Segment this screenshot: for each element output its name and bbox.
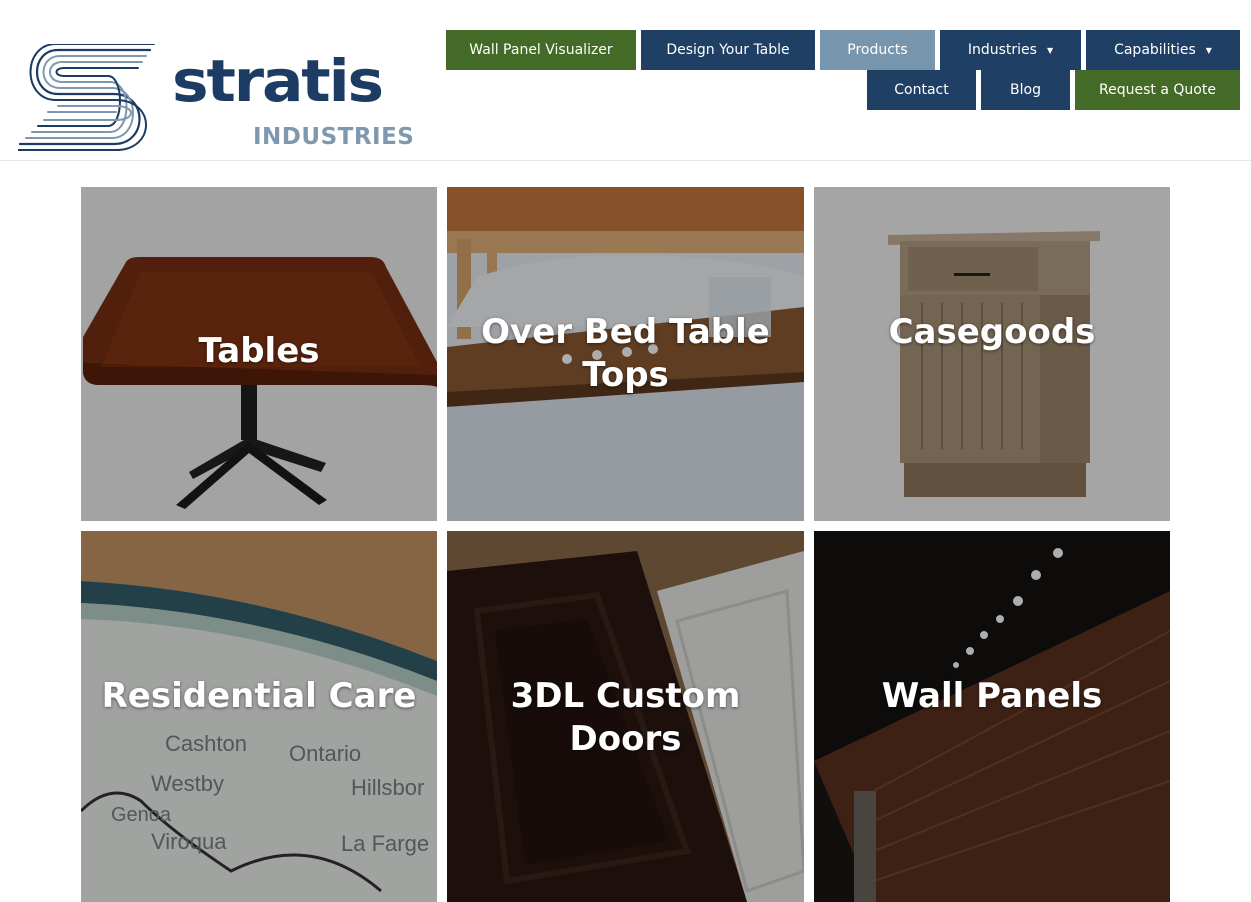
tile-title: Casegoods bbox=[888, 312, 1096, 352]
stratis-logo[interactable]: stratis INDUSTRIES bbox=[18, 44, 414, 154]
nav-label: Blog bbox=[1010, 82, 1041, 98]
nav-label: Wall Panel Visualizer bbox=[469, 42, 613, 58]
nav-wall-panel-visualizer[interactable]: Wall Panel Visualizer bbox=[446, 30, 636, 70]
nav-request-a-quote[interactable]: Request a Quote bbox=[1075, 70, 1240, 110]
nav-label: Capabilities bbox=[1114, 42, 1196, 58]
product-tile-residential-care[interactable]: Cashton Ontario Westby Hillsbor Viroqua … bbox=[81, 531, 437, 902]
tile-title: Wall Panels bbox=[881, 676, 1103, 716]
product-tile-casegoods[interactable]: Casegoods bbox=[814, 187, 1170, 521]
nav-label: Design Your Table bbox=[666, 42, 790, 58]
product-tile-over-bed-table-tops[interactable]: Over Bed Table Tops bbox=[447, 187, 804, 521]
tile-title: Residential Care bbox=[101, 676, 417, 716]
stratis-s-mark-icon bbox=[18, 44, 155, 151]
product-tile-tables[interactable]: Tables bbox=[81, 187, 437, 521]
nav-label: Request a Quote bbox=[1099, 82, 1216, 98]
nav-industries[interactable]: Industries ▼ bbox=[940, 30, 1081, 70]
nav-products[interactable]: Products bbox=[820, 30, 935, 70]
nav-design-your-table[interactable]: Design Your Table bbox=[641, 30, 815, 70]
caret-down-icon: ▼ bbox=[1046, 45, 1054, 55]
nav-label: Products bbox=[847, 42, 908, 58]
tile-title: Over Bed Table Tops bbox=[481, 312, 770, 395]
tile-overlay bbox=[814, 187, 1170, 521]
product-tile-wall-panels[interactable]: Wall Panels bbox=[814, 531, 1170, 902]
tile-title: 3DL Custom Doors bbox=[510, 676, 741, 759]
brand-subtitle: INDUSTRIES bbox=[253, 124, 415, 150]
nav-capabilities[interactable]: Capabilities ▼ bbox=[1086, 30, 1240, 70]
tile-title: Tables bbox=[198, 331, 320, 371]
nav-blog[interactable]: Blog bbox=[981, 70, 1070, 110]
caret-down-icon: ▼ bbox=[1205, 45, 1212, 55]
site-header: stratis INDUSTRIES Wall Panel Visualizer… bbox=[0, 0, 1251, 161]
nav-label: Contact bbox=[894, 82, 949, 98]
brand-name: stratis bbox=[172, 47, 384, 115]
product-tile-3dl-custom-doors[interactable]: 3DL Custom Doors bbox=[447, 531, 804, 902]
nav-label: Industries bbox=[967, 42, 1037, 58]
nav-contact[interactable]: Contact bbox=[867, 70, 976, 110]
